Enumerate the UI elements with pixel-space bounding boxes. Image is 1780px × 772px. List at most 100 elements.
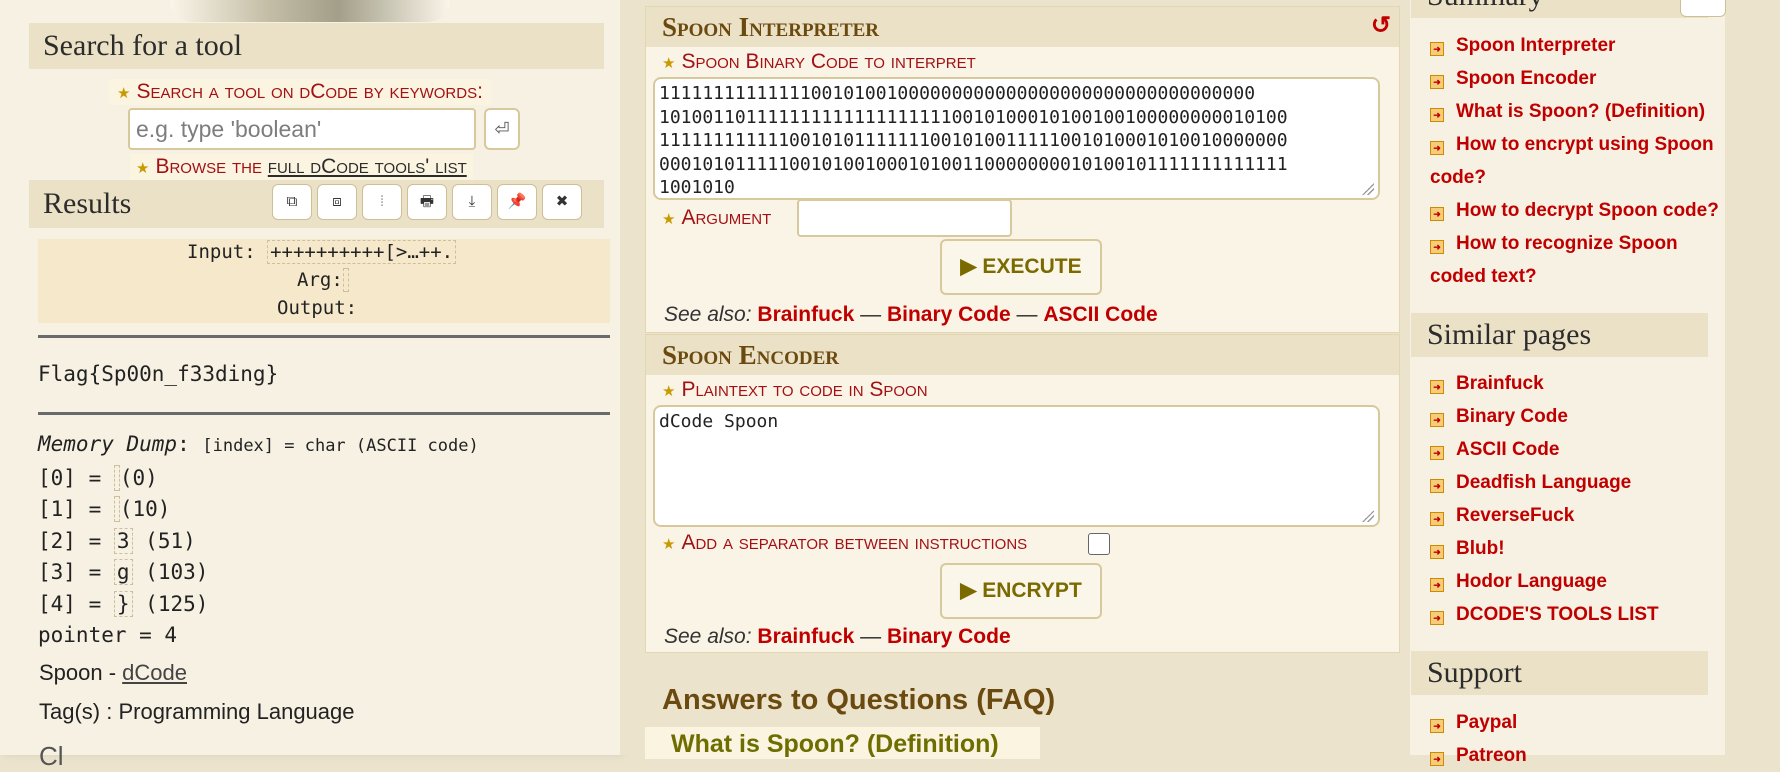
next-section-heading: Cl — [39, 741, 64, 771]
tags-line: Tag(s) : Programming Language — [39, 699, 355, 724]
star-icon: ★ — [662, 211, 676, 228]
interpreter-title: Spoon Interpreter — [646, 7, 1399, 47]
see-also: See also: Brainfuck — Binary Code — ASCI… — [664, 303, 1158, 326]
encoder-title: Spoon Encoder — [646, 335, 1399, 375]
resize-handle[interactable] — [1362, 510, 1374, 522]
browse-tools-link[interactable]: ★ Browse the full dCode tools' list — [130, 154, 473, 180]
similar-item[interactable]: ➜ Hodor Language — [1430, 565, 1730, 598]
divider — [38, 335, 610, 338]
search-input[interactable] — [128, 108, 476, 150]
encrypt-button[interactable]: ▶ ENCRYPT — [940, 563, 1102, 619]
summary-item[interactable]: ➜ Spoon Interpreter — [1430, 29, 1730, 62]
argument-label: ★ Argument — [662, 206, 772, 229]
divider — [38, 412, 610, 415]
bullet-icon: ➜ — [1430, 752, 1444, 766]
memory-cell: [3] = g (103) — [38, 559, 209, 585]
memory-cell: [0] = (0) — [38, 464, 158, 491]
io-summary: Input: ++++++++++[>…++. Arg: Output: — [38, 239, 610, 323]
similar-item[interactable]: ➜ Blub! — [1430, 532, 1730, 565]
resize-handle[interactable] — [1362, 183, 1374, 195]
argument-input[interactable] — [797, 199, 1012, 237]
similar-item[interactable]: ➜ ReverseFuck — [1430, 499, 1730, 532]
similar-item[interactable]: ➜ ASCII Code — [1430, 433, 1730, 466]
search-submit-button[interactable]: ⏎ — [484, 108, 520, 150]
bullet-icon: ➜ — [1430, 578, 1444, 592]
see-also-brainfuck-link[interactable]: Brainfuck — [757, 303, 854, 326]
memory-cell: [2] = 3 (51) — [38, 527, 196, 554]
support-heading: Support — [1411, 651, 1708, 695]
full-tools-list-link[interactable]: full dCode tools' list — [268, 155, 467, 178]
star-icon: ★ — [662, 55, 676, 72]
code-textarea[interactable]: 1111111111111100101001000000000000000000… — [653, 77, 1380, 200]
copy-all-icon[interactable]: ⧈ — [317, 184, 357, 220]
see-also-brainfuck-link[interactable]: Brainfuck — [757, 625, 854, 648]
pin-icon[interactable]: 📌 — [497, 184, 537, 220]
bullet-icon: ➜ — [1430, 75, 1444, 89]
similar-item[interactable]: ➜ Brainfuck — [1430, 367, 1730, 400]
plaintext-label: ★ Plaintext to code in Spoon — [662, 378, 928, 401]
arg-value — [342, 268, 349, 292]
arg-row: Arg: — [297, 268, 349, 292]
see-also-ascii-code-link[interactable]: ASCII Code — [1043, 303, 1157, 326]
bullet-icon: ➜ — [1430, 207, 1444, 221]
logo-image — [170, 0, 450, 22]
similar-item[interactable]: ➜ DCODE'S TOOLS LIST — [1430, 598, 1730, 631]
similar-item[interactable]: ➜ Deadfish Language — [1430, 466, 1730, 499]
see-also: See also: Brainfuck — Binary Code — [664, 625, 1011, 648]
bullet-icon: ➜ — [1430, 141, 1444, 155]
pointer-value: pointer = 4 — [38, 623, 178, 647]
bullet-icon: ➜ — [1430, 108, 1444, 122]
output-label: Output: — [277, 297, 358, 319]
summary-item[interactable]: ➜ Spoon Encoder — [1430, 62, 1730, 95]
search-label: ★ Search a tool on dCode by keywords: — [109, 79, 491, 105]
bullet-icon: ➜ — [1430, 42, 1444, 56]
star-icon: ★ — [117, 85, 131, 102]
memory-dump-note: [index] = char (ASCII code) — [202, 436, 479, 456]
download-icon[interactable]: ⤓ — [452, 184, 492, 220]
similar-heading: Similar pages — [1411, 313, 1708, 357]
memory-cell: [4] = } (125) — [38, 590, 209, 617]
bullet-icon: ➜ — [1430, 719, 1444, 733]
bullet-icon: ➜ — [1430, 380, 1444, 394]
bullet-icon: ➜ — [1430, 240, 1444, 254]
results-toolbar: ⧉ ⧈ ⦙ 🖶 ⤓ 📌 ✖ — [272, 184, 582, 220]
memory-dump-title: Memory Dump — [38, 432, 178, 456]
faq-question[interactable]: What is Spoon? (Definition) — [645, 727, 1040, 759]
separator-checkbox[interactable] — [1088, 533, 1110, 555]
bullet-icon: ➜ — [1430, 413, 1444, 427]
plaintext-textarea[interactable]: dCode Spoon — [653, 405, 1380, 527]
execute-button[interactable]: ▶ EXECUTE — [940, 239, 1102, 295]
dcode-link[interactable]: dCode — [122, 660, 187, 685]
star-icon: ★ — [662, 536, 676, 553]
copy-icon[interactable]: ⧉ — [272, 184, 312, 220]
code-label: ★ Spoon Binary Code to interpret — [662, 50, 976, 73]
summary-item[interactable]: ➜ What is Spoon? (Definition) — [1430, 95, 1730, 128]
memory-cell: [1] = (10) — [38, 496, 171, 522]
credit-line: Spoon - dCode — [39, 660, 188, 685]
close-icon[interactable]: ✖ — [542, 184, 582, 220]
star-icon: ★ — [136, 160, 150, 177]
arg-label: Arg: — [297, 269, 343, 291]
bullet-icon: ➜ — [1430, 446, 1444, 460]
summary-toggle-button[interactable] — [1680, 0, 1726, 17]
print-icon[interactable]: 🖶 — [407, 184, 447, 220]
bullet-icon: ➜ — [1430, 545, 1444, 559]
see-also-binary-code-link[interactable]: Binary Code — [887, 303, 1011, 326]
memory-dump: Memory Dump: [index] = char (ASCII code)… — [38, 429, 479, 652]
input-value: ++++++++++[>…++. — [267, 240, 457, 264]
support-item[interactable]: ➜ Paypal — [1430, 706, 1730, 739]
summary-item[interactable]: ➜ How to encrypt using Spoon code? — [1430, 128, 1730, 194]
support-item[interactable]: ➜ Patreon — [1430, 739, 1730, 772]
summary-item[interactable]: ➜ How to decrypt Spoon code? — [1430, 194, 1730, 227]
see-also-binary-code-link[interactable]: Binary Code — [887, 625, 1011, 648]
input-row: Input: ++++++++++[>…++. — [187, 240, 457, 264]
summary-item[interactable]: ➜ How to recognize Spoon coded text? — [1430, 227, 1730, 293]
output-row: Output: — [277, 297, 357, 319]
result-output: Flag{Sp00n_f33ding} — [38, 362, 279, 386]
faq-heading: Answers to Questions (FAQ) — [662, 684, 1056, 716]
reset-icon[interactable]: ↺ — [1371, 11, 1391, 40]
similar-item[interactable]: ➜ Binary Code — [1430, 400, 1730, 433]
bullet-icon: ➜ — [1430, 611, 1444, 625]
split-icon[interactable]: ⦙ — [362, 184, 402, 220]
star-icon: ★ — [662, 383, 676, 400]
